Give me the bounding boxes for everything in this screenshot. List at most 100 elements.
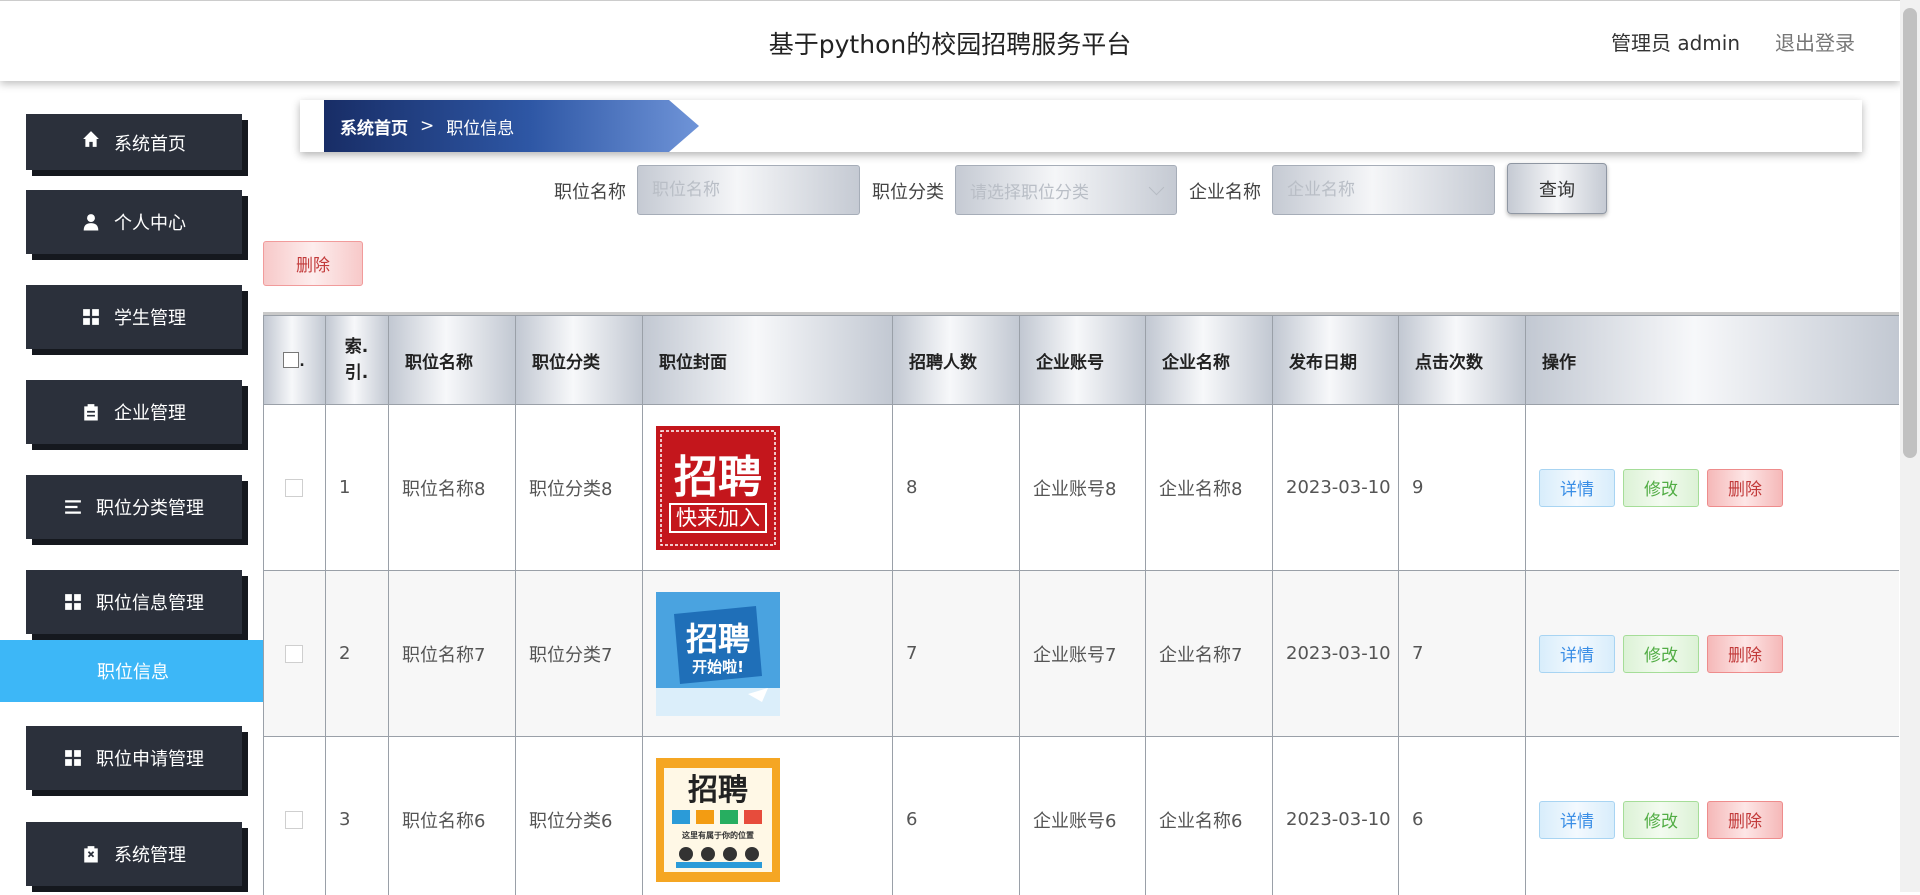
sidebar-menu: 系统首页 个人中心 学生管理 企业管理 职位分类管理 职位信息管理 职位信息 职… xyxy=(0,102,263,892)
job-cover-image[interactable]: 招聘 快来加入 xyxy=(656,426,780,550)
cell-category: 职位分类6 xyxy=(516,737,643,895)
delete-button[interactable]: 删除 xyxy=(1707,801,1783,839)
sidebar-item-label: 系统管理 xyxy=(114,841,186,867)
breadcrumb: 系统首页 > 职位信息 xyxy=(324,100,699,152)
sidebar-item-label: 个人中心 xyxy=(114,209,186,235)
svg-text:开始啦!: 开始啦! xyxy=(692,658,744,676)
cell-job-name: 职位名称6 xyxy=(389,737,516,895)
cell-index: 1 xyxy=(326,405,389,571)
sidebar-item-label: 企业管理 xyxy=(114,399,186,425)
sidebar-item-job-info-management[interactable]: 职位信息管理 xyxy=(26,570,242,634)
job-category-select[interactable]: 请选择职位分类 xyxy=(955,165,1177,215)
list-icon xyxy=(64,498,82,516)
breadcrumb-separator: > xyxy=(420,116,434,136)
cell-actions: 详情修改删除 xyxy=(1526,405,1900,571)
cell-date: 2023-03-10 xyxy=(1273,737,1399,895)
home-icon xyxy=(82,130,100,148)
batch-delete-button[interactable]: 删除 xyxy=(263,241,363,286)
job-cover-image[interactable]: 招聘 这里有属于你的位置 xyxy=(656,758,780,882)
detail-button[interactable]: 详情 xyxy=(1539,635,1615,673)
column-header-account: 企业账号 xyxy=(1020,316,1146,405)
cell-index: 2 xyxy=(326,571,389,737)
query-button[interactable]: 查询 xyxy=(1507,163,1607,214)
sidebar-item-student-management[interactable]: 学生管理 xyxy=(26,285,242,349)
cell-account: 企业账号6 xyxy=(1020,737,1146,895)
column-header-job-name: 职位名称 xyxy=(389,316,516,405)
cell-index: 3 xyxy=(326,737,389,895)
breadcrumb-current: 职位信息 xyxy=(446,114,514,139)
breadcrumb-home[interactable]: 系统首页 xyxy=(340,114,408,139)
cell-clicks: 6 xyxy=(1399,737,1526,895)
sidebar-item-system-management[interactable]: 系统管理 xyxy=(26,822,242,886)
sidebar-item-label: 学生管理 xyxy=(114,304,186,330)
row-checkbox[interactable] xyxy=(285,811,303,829)
user-icon xyxy=(82,213,100,231)
cell-headcount: 8 xyxy=(893,405,1020,571)
cell-headcount: 7 xyxy=(893,571,1020,737)
job-cover-image[interactable]: 招聘 开始啦! xyxy=(656,592,780,716)
column-header-clicks: 点击次数 xyxy=(1399,316,1526,405)
sidebar-item-label: 职位信息管理 xyxy=(96,589,204,615)
detail-button[interactable]: 详情 xyxy=(1539,469,1615,507)
top-header: 基于python的校园招聘服务平台 管理员 admin 退出登录 xyxy=(0,0,1900,81)
sidebar-item-label: 职位分类管理 xyxy=(96,494,204,520)
grid-icon xyxy=(64,749,82,767)
logout-link[interactable]: 退出登录 xyxy=(1775,27,1855,56)
clipboard-x-icon xyxy=(82,845,100,863)
company-name-input[interactable] xyxy=(1272,165,1495,215)
detail-button[interactable]: 详情 xyxy=(1539,801,1615,839)
select-all-checkbox[interactable] xyxy=(283,352,299,368)
job-category-placeholder: 请选择职位分类 xyxy=(970,178,1089,203)
chevron-down-icon xyxy=(1149,180,1165,196)
edit-button[interactable]: 修改 xyxy=(1623,635,1699,673)
sidebar-item-personal-center[interactable]: 个人中心 xyxy=(26,190,242,254)
cell-date: 2023-03-10 xyxy=(1273,571,1399,737)
delete-button[interactable]: 删除 xyxy=(1707,635,1783,673)
table-row: 1 职位名称8 职位分类8 招聘 快来加入 8 企业账号8 企业名称8 2023… xyxy=(264,405,1900,571)
sidebar-subitem-job-info[interactable]: 职位信息 xyxy=(0,640,263,702)
edit-button[interactable]: 修改 xyxy=(1623,801,1699,839)
admin-label: 管理员 admin xyxy=(1611,27,1740,56)
job-category-label: 职位分类 xyxy=(872,178,944,204)
grid-icon xyxy=(64,593,82,611)
column-header-cover: 职位封面 xyxy=(643,316,893,405)
header-select-all[interactable]: . xyxy=(264,316,326,405)
cell-actions: 详情修改删除 xyxy=(1526,571,1900,737)
sidebar-item-company-management[interactable]: 企业管理 xyxy=(26,380,242,444)
cell-job-name: 职位名称8 xyxy=(389,405,516,571)
page-scrollbar-thumb[interactable] xyxy=(1903,8,1917,458)
svg-text:招聘: 招聘 xyxy=(688,773,748,808)
job-name-label: 职位名称 xyxy=(554,178,626,204)
sidebar-item-job-application-management[interactable]: 职位申请管理 xyxy=(26,726,242,790)
column-header-date: 发布日期 xyxy=(1273,316,1399,405)
clipboard-icon xyxy=(82,403,100,421)
table-header-row: . 索.引. 职位名称 职位分类 职位封面 招聘人数 企业账号 企业名称 发布日… xyxy=(264,316,1900,405)
column-header-headcount: 招聘人数 xyxy=(893,316,1020,405)
row-checkbox[interactable] xyxy=(285,645,303,663)
svg-text:招聘: 招聘 xyxy=(686,620,750,658)
cell-account: 企业账号7 xyxy=(1020,571,1146,737)
sidebar-item-category-management[interactable]: 职位分类管理 xyxy=(26,475,242,539)
sidebar-item-home[interactable]: 系统首页 xyxy=(26,114,242,170)
cell-clicks: 7 xyxy=(1399,571,1526,737)
cell-category: 职位分类8 xyxy=(516,405,643,571)
column-header-category: 职位分类 xyxy=(516,316,643,405)
cell-clicks: 9 xyxy=(1399,405,1526,571)
cell-headcount: 6 xyxy=(893,737,1020,895)
svg-text:这里有属于你的位置: 这里有属于你的位置 xyxy=(682,830,754,840)
sidebar-item-label: 系统首页 xyxy=(114,130,186,156)
table-row: 2 职位名称7 职位分类7 招聘 开始啦! 7 企业账号7 企业名称7 xyxy=(264,571,1900,737)
cell-company: 企业名称6 xyxy=(1146,737,1273,895)
cell-cover: 招聘 快来加入 xyxy=(643,405,893,571)
sidebar-item-label: 职位申请管理 xyxy=(96,745,204,771)
job-name-input[interactable] xyxy=(637,165,860,215)
table-row: 3 职位名称6 职位分类6 招聘 这里有属于你的位置 xyxy=(264,737,1900,895)
column-header-index: 索.引. xyxy=(326,316,389,405)
svg-text:快来加入: 快来加入 xyxy=(676,506,760,530)
cell-cover: 招聘 这里有属于你的位置 xyxy=(643,737,893,895)
row-checkbox[interactable] xyxy=(285,479,303,497)
grid-icon xyxy=(82,308,100,326)
delete-button[interactable]: 删除 xyxy=(1707,469,1783,507)
cell-cover: 招聘 开始啦! xyxy=(643,571,893,737)
edit-button[interactable]: 修改 xyxy=(1623,469,1699,507)
